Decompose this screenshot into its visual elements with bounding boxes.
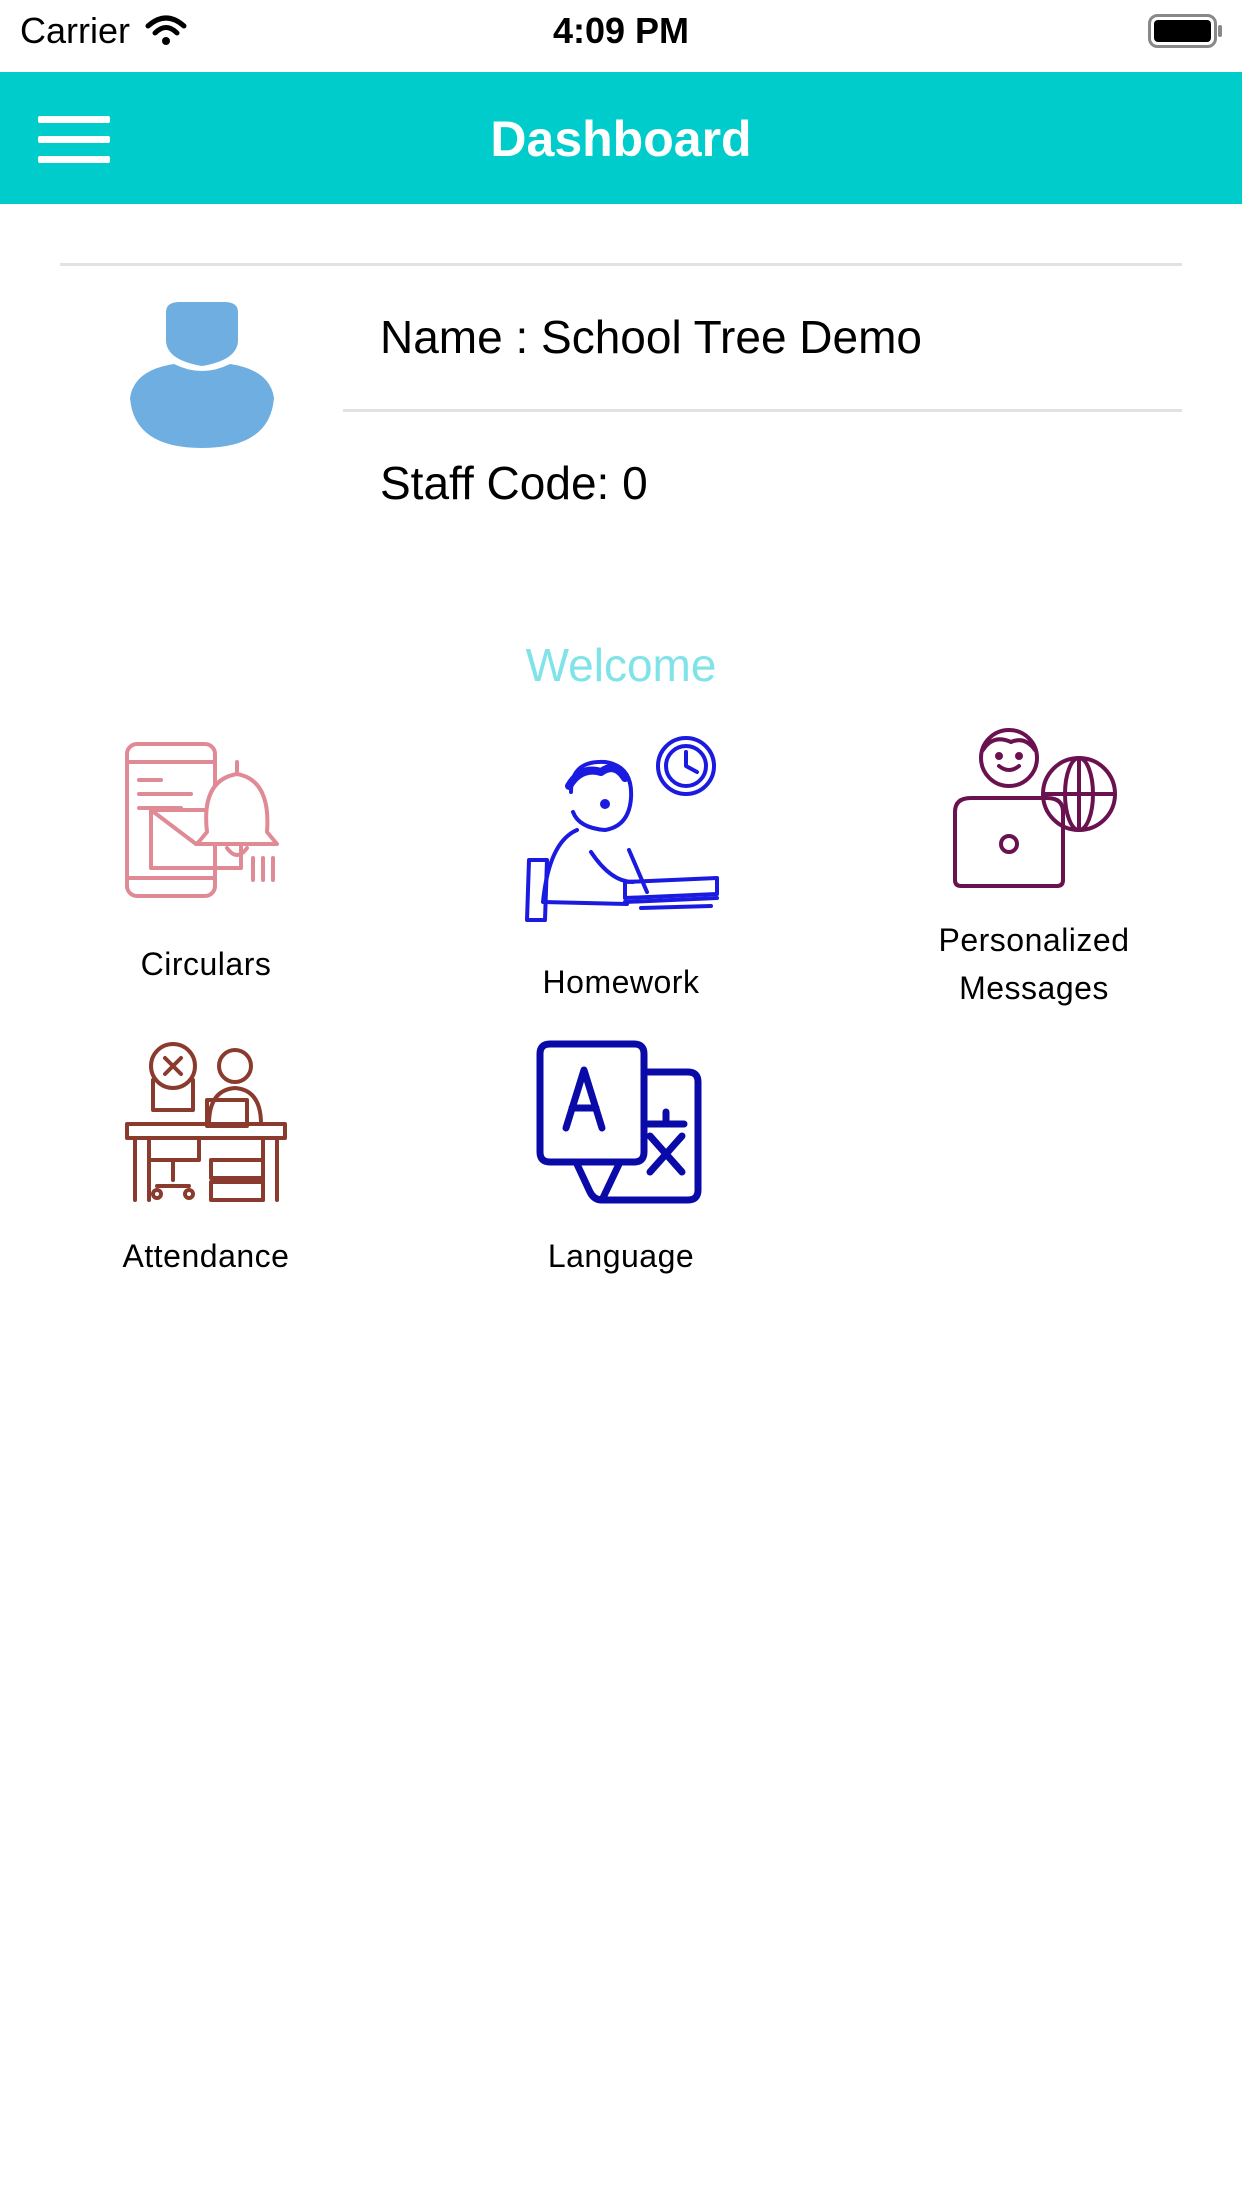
page-title: Dashboard (490, 111, 752, 167)
homework-button[interactable]: Homework (485, 732, 757, 1012)
homework-icon (525, 736, 719, 922)
welcome-text: Welcome (525, 639, 717, 691)
profile-name: Name : School Tree Demo (380, 311, 923, 363)
homework-label: Homework (542, 964, 700, 1000)
personalized-messages-label-line1: Personalized (938, 922, 1130, 958)
divider (343, 409, 1182, 412)
user-avatar-icon (130, 302, 274, 448)
navigation-bar: Dashboard (0, 72, 1242, 204)
divider (60, 263, 1182, 266)
clock: 4:09 PM (552, 10, 690, 51)
attendance-label: Attendance (122, 1238, 290, 1274)
personalized-messages-button[interactable]: Personalized Messages (898, 720, 1170, 1020)
battery-icon (1148, 14, 1222, 48)
status-bar: Carrier 4:09 PM (0, 0, 1242, 72)
attendance-icon (125, 1042, 287, 1202)
personalized-messages-label-line2: Messages (959, 970, 1109, 1006)
circulars-icon (125, 742, 279, 898)
attendance-button[interactable]: Attendance (70, 1040, 342, 1290)
circulars-label: Circulars (140, 946, 272, 982)
language-button[interactable]: Language (485, 1040, 757, 1290)
language-label: Language (547, 1238, 695, 1274)
circulars-button[interactable]: Circulars (70, 740, 342, 990)
language-icon (536, 1040, 702, 1204)
staff-code: Staff Code: 0 (380, 457, 648, 509)
personalized-messages-icon (953, 728, 1117, 888)
